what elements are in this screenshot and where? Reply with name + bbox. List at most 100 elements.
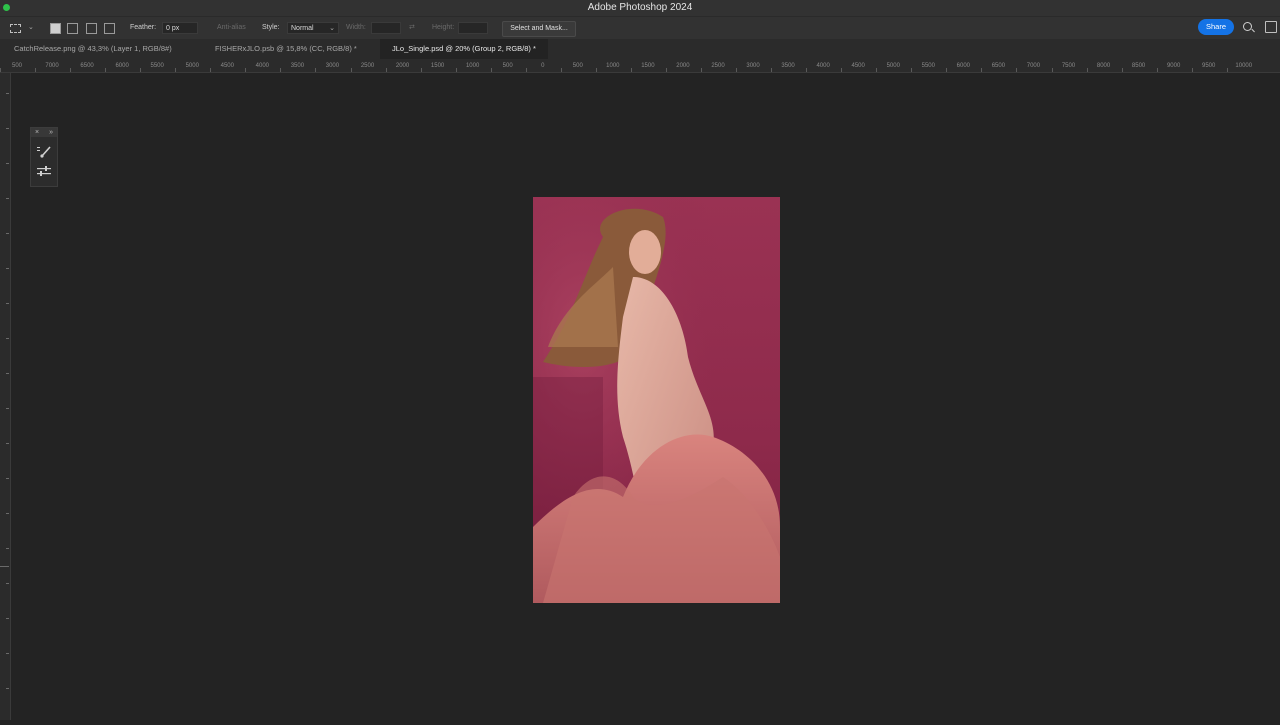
brush-icon: [37, 146, 51, 158]
ruler-tick-label: 4500: [220, 63, 234, 69]
tab-label: JLo_Single.psd @ 20% (Group 2, RGB/8) *: [392, 44, 536, 53]
ruler-tick: [1226, 68, 1228, 72]
ruler-tick: [175, 68, 177, 72]
tab-jlo-single[interactable]: JLo_Single.psd @ 20% (Group 2, RGB/8) *: [380, 39, 548, 59]
workspace-icon[interactable]: [1265, 21, 1277, 33]
panel-header[interactable]: × »: [31, 128, 57, 137]
swap-icon[interactable]: ⇄: [409, 17, 415, 39]
height-label: Height:: [432, 24, 455, 31]
ruler-tick-label: 6000: [956, 63, 971, 69]
ruler-tick-label: 4000: [816, 63, 830, 69]
add-to-selection-icon[interactable]: [67, 23, 78, 34]
ruler-tick: [911, 68, 913, 72]
document-canvas[interactable]: [533, 197, 780, 603]
vertical-ruler-ticks: [0, 93, 9, 689]
floating-tool-panel: × »: [30, 127, 58, 187]
ruler-tick: [0, 68, 1, 72]
options-bar: ⌄ Feather: 0 px Anti-alias Style: Normal…: [0, 16, 1280, 39]
ruler-tick: [1121, 68, 1123, 72]
ruler-tick: [315, 68, 317, 72]
ruler-tick-label: 500: [572, 63, 583, 69]
chevron-down-icon[interactable]: ⌄: [28, 23, 34, 31]
ruler-tick-label: 2500: [711, 63, 725, 69]
intersect-selection-icon[interactable]: [104, 23, 115, 34]
share-button[interactable]: Share: [1198, 19, 1234, 35]
new-selection-icon[interactable]: [50, 23, 61, 34]
ruler-tick: [946, 68, 948, 72]
style-label: Style:: [262, 24, 280, 31]
select-and-mask-button[interactable]: Select and Mask...: [502, 21, 576, 37]
horizontal-ruler[interactable]: 500 7000 6500 6000 5500 5000 4500 4000 3500 3000 2…: [0, 59, 1280, 73]
document-tabs: CatchRelease.png @ 43,3% (Layer 1, RGB/8…: [0, 39, 1280, 59]
ruler-tick: [1016, 68, 1018, 72]
ruler-tick-label: 5500: [921, 63, 935, 69]
ruler-tick-label: 1500: [641, 63, 655, 69]
ruler-tick: [490, 68, 492, 72]
ruler-tick: [105, 68, 107, 72]
search-icon[interactable]: [1243, 22, 1252, 31]
brush-settings-tool[interactable]: [35, 144, 53, 158]
ruler-tick-label: 1000: [465, 63, 480, 69]
ruler-tick-label: 10000: [1235, 63, 1253, 69]
ruler-tick-label: 0: [541, 63, 545, 69]
ruler-tick-label: 3000: [325, 63, 340, 69]
ruler-tick: [140, 68, 142, 72]
ruler-tick: [455, 68, 457, 72]
tab-fisherxjlo[interactable]: FISHERxJLO.psb @ 15,8% (CC, RGB/8) *: [201, 39, 371, 59]
close-icon[interactable]: ×: [35, 128, 39, 137]
ruler-tick-label: 4000: [255, 63, 270, 69]
ruler-tick-label: 3500: [290, 63, 305, 69]
tab-catchrelease[interactable]: CatchRelease.png @ 43,3% (Layer 1, RGB/8…: [0, 39, 186, 59]
feather-input[interactable]: 0 px: [162, 22, 198, 34]
ruler-tick-label: 3000: [746, 63, 760, 69]
feather-label: Feather:: [130, 24, 157, 31]
window-control-icon[interactable]: [3, 4, 10, 11]
app-title: Adobe Photoshop 2024: [587, 2, 693, 13]
vertical-ruler[interactable]: [0, 73, 11, 720]
ruler-tick: [1156, 68, 1158, 72]
subtract-from-selection-icon[interactable]: [86, 23, 97, 34]
ruler-tick-label: 8000: [1096, 63, 1111, 69]
ruler-tick-label: 3500: [781, 63, 795, 69]
ruler-tick: [245, 68, 247, 72]
ruler-tick-label: 7500: [1061, 63, 1076, 69]
ruler-tick-label: 7000: [45, 63, 59, 69]
ruler-tick-label: 1500: [430, 63, 445, 69]
ruler-tick: [1086, 68, 1088, 72]
ruler-tick-label: 4500: [851, 63, 865, 69]
ruler-tick-label: 6500: [991, 63, 1006, 69]
rectangular-marquee-icon[interactable]: [10, 24, 21, 33]
ruler-tick-label: 7000: [1026, 63, 1041, 69]
ruler-tick: [385, 68, 387, 72]
style-select[interactable]: Normal ⌄: [287, 22, 339, 34]
collapse-icon[interactable]: »: [49, 128, 53, 137]
ruler-tick-label: 9500: [1202, 63, 1216, 69]
ruler-tick: [420, 68, 422, 72]
height-input[interactable]: [458, 22, 488, 34]
ruler-tick-label: 2000: [676, 63, 690, 69]
ruler-tick-label: 500: [502, 63, 513, 69]
ruler-tick: [876, 68, 878, 72]
ruler-tick-label: 5500: [150, 63, 164, 69]
sliders-icon: [37, 166, 51, 176]
antialias-checkbox[interactable]: Anti-alias: [217, 17, 246, 39]
tab-label: FISHERxJLO.psb @ 15,8% (CC, RGB/8) *: [215, 44, 357, 53]
ruler-tick: [210, 68, 212, 72]
ruler-tick: [981, 68, 983, 72]
ruler-tick: [560, 68, 562, 72]
title-bar: Adobe Photoshop 2024: [0, 0, 1280, 16]
ruler-tick-label: 2500: [360, 63, 375, 69]
brush-adjust-tool[interactable]: [35, 164, 53, 178]
ruler-tick-label: 9000: [1166, 63, 1181, 69]
ruler-tick: [280, 68, 282, 72]
ruler-tick-label: 1000: [606, 63, 620, 69]
ruler-tick-label: 5000: [886, 63, 900, 69]
ruler-tick-label: 2000: [395, 63, 410, 69]
style-select-value: Normal: [291, 25, 314, 32]
ruler-tick-label: 6000: [115, 63, 129, 69]
ruler-tick: [701, 68, 702, 72]
ruler-tick-label: 8500: [1131, 63, 1146, 69]
width-input[interactable]: [371, 22, 401, 34]
chevron-down-icon: ⌄: [329, 25, 335, 32]
ruler-tick: [806, 68, 808, 72]
